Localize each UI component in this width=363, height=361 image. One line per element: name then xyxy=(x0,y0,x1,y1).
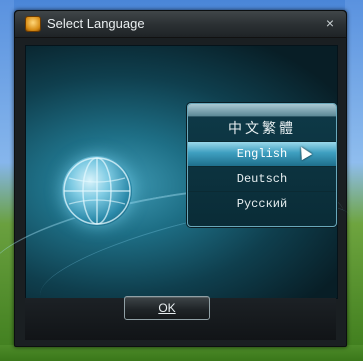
dialog-content: 中文繁體 English Deutsch Русский xyxy=(0,45,360,330)
ok-button[interactable]: OK xyxy=(124,296,210,320)
language-option-chinese-traditional[interactable]: 中文繁體 xyxy=(188,117,336,142)
app-icon xyxy=(25,16,41,32)
ok-button-label: OK xyxy=(158,301,176,315)
language-option-deutsch[interactable]: Deutsch xyxy=(188,167,336,192)
globe-icon xyxy=(62,156,132,226)
language-list-header xyxy=(188,104,336,117)
language-list: 中文繁體 English Deutsch Русский xyxy=(187,103,337,227)
desktop-background-right xyxy=(345,0,363,361)
language-option-russian[interactable]: Русский xyxy=(188,192,336,216)
close-button[interactable]: × xyxy=(322,15,338,31)
title-bar[interactable]: Select Language × xyxy=(15,11,346,38)
window-title: Select Language xyxy=(47,16,145,31)
language-option-english[interactable]: English xyxy=(188,142,336,167)
desktop-background-left xyxy=(0,0,14,361)
desktop-background-bottom xyxy=(0,345,363,361)
